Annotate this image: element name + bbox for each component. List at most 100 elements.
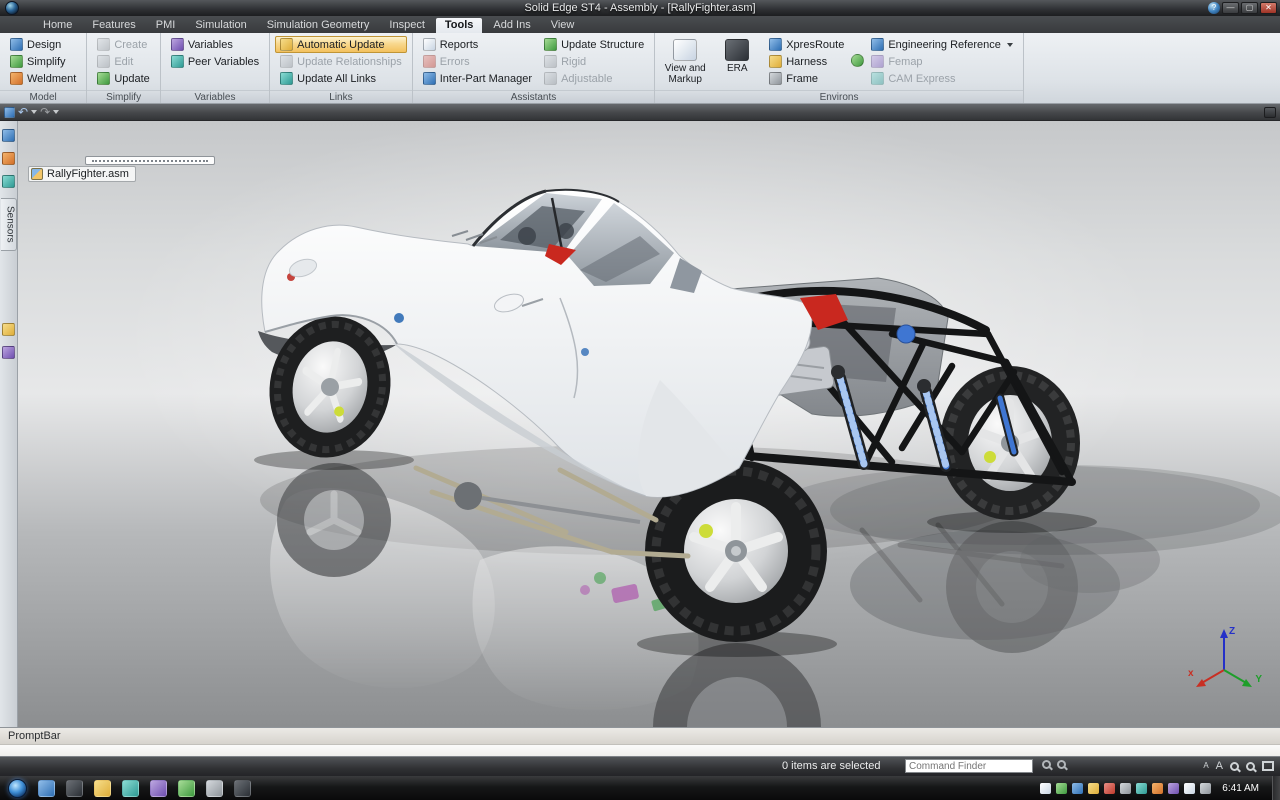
update-relationships-button[interactable]: Update Relationships xyxy=(275,53,407,70)
tab-inspect[interactable]: Inspect xyxy=(380,18,433,33)
simplify-mode-button[interactable]: Simplify xyxy=(5,53,81,70)
femap-button[interactable]: Femap xyxy=(866,53,1018,70)
ribbon: Design Simplify Weldment Model Create xyxy=(0,33,1280,104)
network-icon[interactable] xyxy=(1184,783,1195,794)
tray-icon-1[interactable] xyxy=(1040,783,1051,794)
tray-icon-8[interactable] xyxy=(1152,783,1163,794)
pathfinder-icon[interactable] xyxy=(4,107,15,118)
rally-fighter-model[interactable] xyxy=(18,121,1280,727)
application-window: Solid Edge ST4 - Assembly - [RallyFighte… xyxy=(0,0,1280,800)
group-label-model: Model xyxy=(0,90,86,103)
tray-icon-9[interactable] xyxy=(1168,783,1179,794)
tab-add-ins[interactable]: Add Ins xyxy=(484,18,539,33)
command-search-icon[interactable] xyxy=(1042,760,1051,769)
tab-home[interactable]: Home xyxy=(34,18,81,33)
cam-express-icon xyxy=(871,72,884,85)
update-button[interactable]: Update xyxy=(92,70,154,87)
undo-dropdown-icon[interactable] xyxy=(31,110,37,114)
prompt-input-strip[interactable] xyxy=(0,744,1280,757)
engineering-reference-button[interactable]: Engineering Reference xyxy=(866,36,1018,53)
command-options-icon[interactable] xyxy=(1057,760,1066,769)
show-desktop-button[interactable] xyxy=(1272,776,1280,800)
xpresroute-button[interactable]: XpresRoute xyxy=(764,36,849,53)
view-and-markup-icon xyxy=(673,39,697,61)
inter-part-manager-icon xyxy=(423,72,436,85)
tab-view[interactable]: View xyxy=(542,18,584,33)
taskbar-app-4-icon[interactable] xyxy=(122,780,139,797)
tray-icon-4[interactable] xyxy=(1088,783,1099,794)
sensors-tab[interactable]: Sensors xyxy=(1,198,17,251)
tab-simulation-geometry[interactable]: Simulation Geometry xyxy=(258,18,379,33)
zoom-icon[interactable] xyxy=(1230,762,1239,771)
cam-express-button[interactable]: CAM Express xyxy=(866,70,1018,87)
view-slider[interactable] xyxy=(85,156,215,165)
taskbar-app-8-icon[interactable] xyxy=(234,780,251,797)
taskbar-app-6-icon[interactable] xyxy=(178,780,195,797)
view-and-markup-button[interactable]: View and Markup xyxy=(660,36,710,88)
start-button[interactable] xyxy=(8,779,27,798)
update-structure-button[interactable]: Update Structure xyxy=(539,36,649,53)
tray-icon-5[interactable] xyxy=(1104,783,1115,794)
automatic-update-icon xyxy=(280,38,293,51)
close-button[interactable]: ✕ xyxy=(1260,2,1277,14)
titlebar: Solid Edge ST4 - Assembly - [RallyFighte… xyxy=(0,0,1280,16)
tab-pmi[interactable]: PMI xyxy=(147,18,185,33)
main-area: Sensors xyxy=(0,121,1280,727)
web-browser-icon[interactable] xyxy=(2,346,15,359)
tray-clock[interactable]: 6:41 AM xyxy=(1222,783,1259,794)
text-larger-icon[interactable]: A xyxy=(1216,760,1223,772)
window-controls: ? — ▢ ✕ xyxy=(1208,2,1277,14)
maximize-button[interactable]: ▢ xyxy=(1241,2,1258,14)
taskbar-app-2-icon[interactable] xyxy=(66,780,83,797)
update-all-links-button[interactable]: Update All Links xyxy=(275,70,407,87)
variables-icon xyxy=(171,38,184,51)
app-logo-icon[interactable] xyxy=(5,1,19,15)
variables-button[interactable]: Variables xyxy=(166,36,264,53)
automatic-update-button[interactable]: Automatic Update xyxy=(275,36,407,53)
fit-view-icon[interactable] xyxy=(1262,761,1274,771)
tab-tools[interactable]: Tools xyxy=(436,18,483,33)
era-button[interactable]: ERA xyxy=(712,36,762,77)
text-smaller-icon[interactable]: A xyxy=(1203,760,1208,772)
feature-library-icon[interactable] xyxy=(2,323,15,336)
peer-variables-button[interactable]: Peer Variables xyxy=(166,53,264,70)
ribbon-options-icon[interactable] xyxy=(1264,107,1276,118)
pathfinder-tab-icon[interactable] xyxy=(2,129,15,142)
adjustable-button[interactable]: Adjustable xyxy=(539,70,649,87)
command-finder-input[interactable] xyxy=(905,759,1033,773)
taskbar-app-3-icon[interactable] xyxy=(94,780,111,797)
weldment-button[interactable]: Weldment xyxy=(5,70,81,87)
volume-icon[interactable] xyxy=(1200,783,1211,794)
tray-icon-2[interactable] xyxy=(1056,783,1067,794)
help-icon[interactable]: ? xyxy=(1208,2,1220,14)
design-button[interactable]: Design xyxy=(5,36,81,53)
layers-icon[interactable] xyxy=(2,175,15,188)
redo-dropdown-icon[interactable] xyxy=(53,110,59,114)
create-button[interactable]: Create xyxy=(92,36,154,53)
3d-viewport[interactable]: RallyFighter.asm x Y Z xyxy=(18,121,1280,727)
rigid-button[interactable]: Rigid xyxy=(539,53,649,70)
frame-button[interactable]: Frame xyxy=(764,70,849,87)
inter-part-manager-button[interactable]: Inter-Part Manager xyxy=(418,70,537,87)
errors-button[interactable]: Errors xyxy=(418,53,537,70)
z-axis-label: Z xyxy=(1229,626,1235,637)
ribbon-group-links: Automatic Update Update Relationships Up… xyxy=(270,33,413,103)
tab-features[interactable]: Features xyxy=(83,18,144,33)
taskbar-app-7-icon[interactable] xyxy=(206,780,223,797)
taskbar-app-5-icon[interactable] xyxy=(150,780,167,797)
reports-button[interactable]: Reports xyxy=(418,36,537,53)
edit-button[interactable]: Edit xyxy=(92,53,154,70)
assembly-node-label[interactable]: RallyFighter.asm xyxy=(28,166,136,182)
environs-extra-icon[interactable] xyxy=(851,54,864,67)
taskbar-app-1-icon[interactable] xyxy=(38,780,55,797)
zoom-area-icon[interactable] xyxy=(1246,762,1255,771)
tray-icon-6[interactable] xyxy=(1120,783,1131,794)
minimize-button[interactable]: — xyxy=(1222,2,1239,14)
tray-icon-3[interactable] xyxy=(1072,783,1083,794)
tray-icon-7[interactable] xyxy=(1136,783,1147,794)
tab-simulation[interactable]: Simulation xyxy=(186,18,255,33)
harness-button[interactable]: Harness xyxy=(764,53,849,70)
redo-icon[interactable]: ↷ xyxy=(40,105,50,120)
undo-icon[interactable]: ↶ xyxy=(18,105,28,120)
parts-library-icon[interactable] xyxy=(2,152,15,165)
